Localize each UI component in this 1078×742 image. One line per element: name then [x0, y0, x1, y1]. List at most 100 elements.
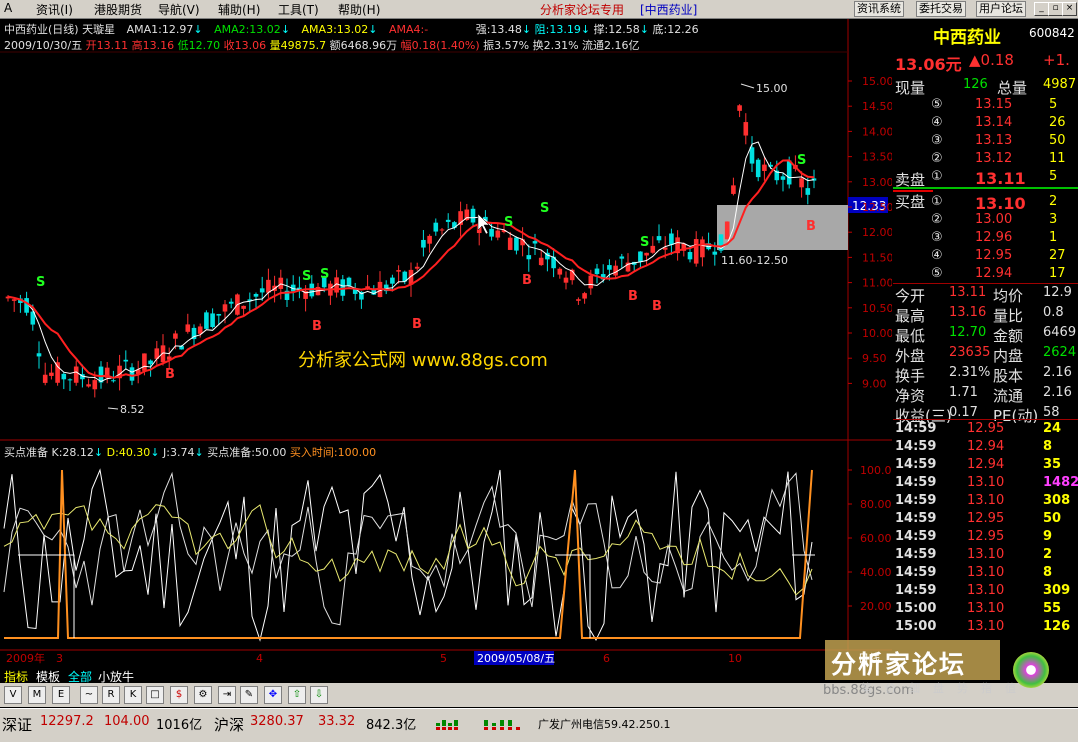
indicator-j: J:3.74	[163, 446, 195, 459]
market-breadth-icon	[436, 720, 520, 730]
indicator-axis-labels: 100.00 80.00 60.00 40.00 20.00	[848, 464, 892, 613]
macd-icon[interactable]: M	[28, 686, 46, 704]
low-value: 低12.70	[177, 39, 221, 52]
buy-level-icon: ①	[931, 194, 943, 209]
menu-item-assist[interactable]: 辅助(H)	[218, 1, 260, 18]
candle-body	[613, 265, 618, 276]
tick-volume: 9	[1043, 529, 1053, 544]
stat-label: 均价	[993, 287, 1024, 305]
candle-body	[123, 359, 129, 362]
ma-line	[7, 141, 815, 383]
kdj-icon[interactable]: K	[124, 686, 142, 704]
menu-item-tools[interactable]: 工具(T)	[278, 1, 319, 18]
ama3-value: AMA3:13.02	[301, 23, 369, 36]
x-label-10: 10	[728, 652, 742, 665]
sell-signal: S	[540, 201, 549, 216]
export-icon[interactable]: ⇥	[218, 686, 236, 704]
tab-jia[interactable]: 价	[885, 682, 909, 695]
indicator-line	[3, 468, 813, 642]
candle-body	[111, 380, 116, 382]
tick-time: 15:00	[895, 619, 937, 634]
candle-body	[241, 305, 246, 309]
eit-icon[interactable]: E	[52, 686, 70, 704]
wrench-icon[interactable]: ⚙	[194, 686, 212, 704]
price-axis-labels: 15.00 14.50 14.00 13.50 13.00 12.50 12.00 11.50…	[848, 75, 892, 390]
indicator-ready: 买点准备:50.00	[207, 446, 287, 459]
x-cursor-date: 2009/05/08/五	[477, 652, 555, 665]
sell-level-icon: ②	[931, 151, 943, 166]
chart-area[interactable]: 12.33 15.0014.5014.0013.5013.0012.5012.0…	[0, 19, 892, 667]
tick-price: 12.95	[967, 421, 1005, 436]
menu-item-news[interactable]: 资讯(I)	[36, 1, 73, 18]
candle-body	[743, 122, 749, 136]
tick-price: 13.10	[967, 565, 1005, 580]
stat-label: 金额	[993, 327, 1024, 345]
indicator-header: 买点准备 K:28.12↓ D:40.30↓ J:3.74↓ 买点准备:50.0…	[4, 444, 376, 460]
candle-body	[507, 237, 513, 250]
price-tick-label: 15.00	[862, 75, 892, 88]
candle-body	[185, 324, 191, 332]
pencil-icon[interactable]: ✎	[240, 686, 258, 704]
trade-button[interactable]: 委托交易	[916, 1, 966, 17]
menu-item-hk-futures[interactable]: 港股期货	[94, 1, 142, 18]
tick-row: 14:59 13.10 8	[893, 565, 1078, 583]
tab-zhi2[interactable]: 值	[1005, 682, 1029, 695]
candle-body	[594, 268, 600, 275]
stat-label: 换手	[895, 367, 926, 385]
restore-icon[interactable]: ▫	[1048, 2, 1063, 16]
candle-body	[253, 293, 259, 297]
tick-time: 15:00	[895, 601, 937, 616]
window-icon[interactable]: □	[146, 686, 164, 704]
trend-icon[interactable]: ~	[80, 686, 98, 704]
signal-markers: S S SSSSSBB BBBBB	[36, 153, 816, 382]
tab-xi[interactable]: 细	[909, 682, 933, 695]
hs-amount: 842.3亿	[366, 718, 417, 733]
candle-body	[582, 293, 587, 299]
stats-row: 今开 13.11 均价 12.9	[893, 285, 1078, 305]
close-value: 收13.06	[223, 39, 267, 52]
candle-body	[421, 239, 426, 248]
candle-body	[724, 221, 730, 240]
stats-row: 最低 12.70 金额 6469	[893, 325, 1078, 345]
forum-button[interactable]: 用户论坛	[976, 1, 1026, 17]
forum-logo: 分析家论坛 bbs.88gs.com 笔价细盘势指值 日线	[823, 640, 1055, 700]
x-label-year: 2009年	[6, 651, 45, 665]
arrow-down-icon: ↓	[194, 446, 204, 459]
rsi-icon[interactable]: R	[102, 686, 120, 704]
stock-name: 中西药业	[933, 28, 1001, 48]
news-system-button[interactable]: 资讯系统	[854, 1, 904, 17]
close-icon[interactable]: ×	[1062, 2, 1077, 16]
tick-time: 14:59	[895, 421, 937, 436]
candle-body	[687, 252, 693, 260]
move-icon[interactable]: ✥	[264, 686, 282, 704]
sell-level-icon: ④	[931, 115, 943, 130]
sell-signal: S	[504, 215, 513, 230]
tab-pan[interactable]: 盘	[933, 682, 957, 695]
arrow-up-icon[interactable]: ⇧	[288, 686, 306, 704]
candle-body	[11, 299, 17, 301]
indicator-tick-label: 20.00	[860, 600, 892, 613]
arrow-down-green-icon[interactable]: ⇩	[310, 686, 328, 704]
minimize-icon[interactable]: _	[1034, 2, 1049, 16]
tab-shi[interactable]: 势	[957, 682, 981, 695]
tab-bi[interactable]: 笔	[861, 682, 885, 695]
menu-item-navigate[interactable]: 导航(V)	[158, 1, 200, 18]
logo-tab-strip: 笔价细盘势指值	[861, 680, 1029, 696]
stats-divider	[893, 283, 1078, 284]
candle-body	[489, 228, 494, 237]
arrow-down-icon: ↓	[521, 23, 532, 36]
vol-icon[interactable]: V	[4, 686, 22, 704]
strong-value: 强:13.48	[475, 23, 522, 36]
hs-index: 3280.37	[250, 714, 304, 729]
tick-price: 13.10	[967, 493, 1005, 508]
menu-item-help[interactable]: 帮助(H)	[338, 1, 380, 18]
dollar-icon[interactable]: $	[170, 686, 188, 704]
tab-zhi[interactable]: 指	[981, 682, 1005, 695]
price-tick-label: 14.50	[862, 100, 892, 113]
price-change: ▲0.18	[969, 51, 1014, 69]
buy-row: ④ 12.95 27	[893, 248, 1078, 266]
system-menu-icon[interactable]: A	[4, 1, 12, 15]
buy-signal: B	[312, 319, 322, 334]
formula-name: 天璇星	[82, 23, 116, 36]
sell-signal: S	[36, 275, 45, 290]
